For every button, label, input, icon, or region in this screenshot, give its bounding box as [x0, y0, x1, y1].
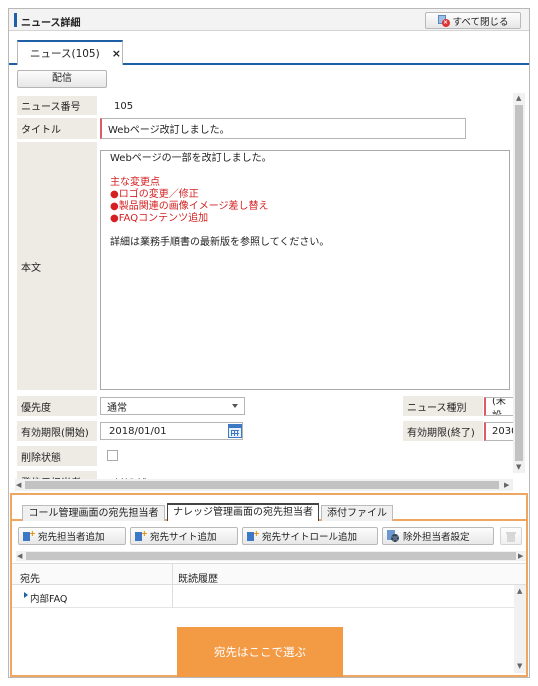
- document-tabs: ニュース(105) ×: [9, 32, 529, 65]
- close-all-label: すべて閉じる: [452, 16, 509, 28]
- deleted-label: 削除状態: [17, 446, 97, 466]
- tab-label: ニュース(105): [30, 48, 100, 60]
- valid-from-label: 有効期限(開始): [17, 421, 97, 441]
- expand-icon[interactable]: [24, 592, 28, 598]
- recipient-grid-header: 宛先 既読履歴: [12, 563, 526, 586]
- priority-select[interactable]: 通常: [100, 397, 245, 415]
- button-label: 宛先担当者追加: [38, 532, 105, 543]
- calendar-icon[interactable]: [228, 424, 242, 438]
- close-all-icon: ×: [437, 14, 450, 27]
- form-vertical-scrollbar[interactable]: ▲ ▼: [513, 93, 525, 473]
- form-horizontal-scrollbar[interactable]: ◀ ▶: [15, 479, 513, 491]
- priority-value: 通常: [107, 402, 127, 414]
- add-site-role-button[interactable]: + 宛先サイトロール追加: [242, 527, 378, 545]
- add-person-icon: +: [23, 529, 36, 542]
- scroll-thumb[interactable]: [26, 552, 516, 560]
- news-detail-window: ニュース詳細 × すべて閉じる ニュース(105) × 配信 ニュース番号 10…: [8, 8, 530, 678]
- tab-news-105[interactable]: ニュース(105) ×: [17, 40, 123, 65]
- title-input[interactable]: Webページ改訂しました。: [100, 118, 466, 139]
- add-site-button[interactable]: + 宛先サイト追加: [130, 527, 238, 545]
- scroll-up-icon[interactable]: ▲: [517, 587, 522, 595]
- table-row[interactable]: 内部FAQ: [12, 585, 514, 608]
- news-number-label: ニュース番号: [17, 96, 97, 115]
- window-header: ニュース詳細 × すべて閉じる: [9, 9, 529, 31]
- add-site-icon: +: [135, 529, 148, 542]
- deleted-checkbox[interactable]: [107, 450, 118, 461]
- scroll-left-icon[interactable]: ◀: [17, 552, 22, 560]
- scroll-down-icon[interactable]: ▼: [516, 463, 521, 471]
- priority-label: 優先度: [17, 396, 97, 416]
- body-line: Webページの一部を改訂しました。: [110, 153, 272, 164]
- scroll-right-icon[interactable]: ▶: [518, 552, 523, 560]
- trash-icon: [506, 531, 516, 542]
- body-line: ●製品関連の画像イメージ差し替え: [110, 201, 269, 212]
- news-number-value: 105: [114, 101, 134, 112]
- body-label: 本文: [17, 142, 97, 390]
- tab-close-icon[interactable]: ×: [112, 47, 121, 60]
- window-title: ニュース詳細: [21, 18, 81, 29]
- chevron-down-icon: [232, 404, 238, 408]
- body-line: 詳細は業務手順書の最新版を参照してください。: [110, 237, 330, 248]
- panel-horizontal-scrollbar[interactable]: ◀ ▶: [16, 551, 526, 561]
- add-site-role-icon: +: [247, 529, 260, 542]
- valid-from-input[interactable]: 2018/01/01: [100, 422, 243, 440]
- delete-button[interactable]: [500, 527, 522, 545]
- button-label: 除外担当者設定: [403, 532, 470, 543]
- scroll-up-icon[interactable]: ▲: [516, 94, 521, 102]
- close-all-button[interactable]: × すべて閉じる: [425, 12, 521, 29]
- tab-call-recipients[interactable]: コール管理画面の宛先担当者: [22, 505, 165, 521]
- add-recipient-button[interactable]: + 宛先担当者追加: [18, 527, 126, 545]
- button-label: 宛先サイト追加: [150, 532, 217, 543]
- button-label: 宛先サイトロール追加: [262, 532, 358, 543]
- body-line: [110, 225, 509, 237]
- scroll-left-icon[interactable]: ◀: [16, 481, 21, 489]
- body-textarea[interactable]: Webページの一部を改訂しました。 主な変更点 ●ロゴの変更／修正 ●製品関連の…: [100, 150, 510, 390]
- valid-to-label: 有効期限(終了): [403, 421, 483, 441]
- send-button[interactable]: 配信: [17, 70, 107, 88]
- scroll-right-icon[interactable]: ▶: [504, 481, 509, 489]
- scroll-thumb[interactable]: [25, 481, 499, 489]
- destination-cell: 内部FAQ: [30, 594, 68, 605]
- tab-knowledge-recipients[interactable]: ナレッジ管理画面の宛先担当者: [167, 503, 319, 521]
- scroll-down-icon[interactable]: ▼: [517, 662, 522, 670]
- title-label: タイトル: [17, 118, 97, 139]
- row-title: タイトル Webページ改訂しました。: [9, 116, 513, 140]
- body-line: ●FAQコンテンツ追加: [110, 213, 209, 224]
- exclude-recipients-button[interactable]: 除外担当者設定: [382, 527, 494, 545]
- valid-to-input[interactable]: 2030: [484, 422, 514, 441]
- body-line: ●ロゴの変更／修正: [110, 189, 199, 200]
- news-form: ニュース番号 105 タイトル Webページ改訂しました。 本文 Webページの…: [9, 93, 529, 493]
- recipients-panel: コール管理画面の宛先担当者 ナレッジ管理画面の宛先担当者 添付ファイル + 宛先…: [10, 493, 528, 677]
- row-news-number: ニュース番号 105: [9, 93, 513, 115]
- body-line: [110, 165, 509, 177]
- grid-vertical-scrollbar[interactable]: ▲ ▼: [514, 585, 526, 673]
- body-line: 主な変更点: [110, 177, 160, 188]
- news-type-select[interactable]: (未設: [484, 397, 514, 416]
- header-accent-bar: [14, 13, 17, 27]
- tab-attachments[interactable]: 添付ファイル: [321, 505, 393, 521]
- recipient-drop-hint[interactable]: 宛先はここで選ぶ: [177, 627, 343, 677]
- column-header-destination[interactable]: 宛先: [20, 570, 40, 585]
- scroll-thumb[interactable]: [515, 105, 523, 461]
- settings-icon: [387, 530, 399, 542]
- news-type-label: ニュース種別: [403, 396, 483, 416]
- column-header-read-history[interactable]: 既読履歴: [178, 570, 218, 585]
- panel-tabs: コール管理画面の宛先担当者 ナレッジ管理画面の宛先担当者 添付ファイル: [12, 495, 526, 521]
